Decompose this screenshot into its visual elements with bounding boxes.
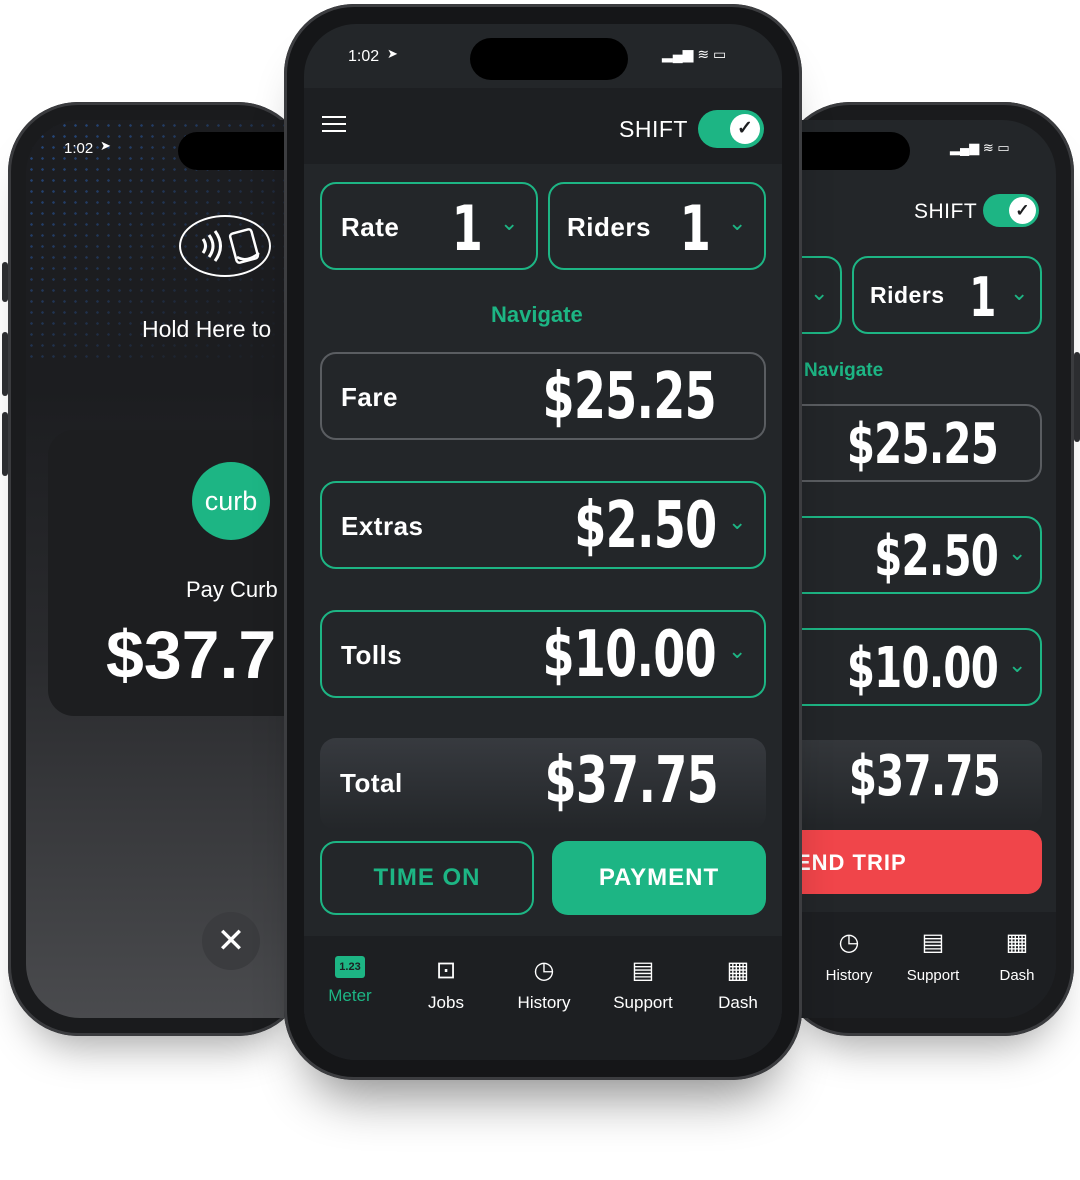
dash-icon: ▦ [1005, 929, 1029, 956]
chevron-down-icon: ⌄ [728, 210, 747, 235]
right-phone: ▂▄▆ ≋ ▭ SHIFT ✓ ⌄ Riders 1 ⌄ Navigate $2… [780, 102, 1080, 1036]
close-icon: ✕ [216, 922, 246, 960]
rate-select[interactable]: Rate 1 ⌄ [320, 182, 538, 270]
bottom-nav: 1.23 Meter ⊡ Jobs ◷ History ▤ Support ▦ … [304, 936, 782, 1060]
shift-toggle[interactable]: ✓ [698, 110, 764, 148]
tab-support[interactable]: ▤ Support [600, 956, 686, 1013]
meter-icon: 1.23 [335, 956, 365, 978]
extras-select[interactable]: Extras $2.50 ⌄ [320, 481, 766, 569]
fare-field: $25.25 [780, 404, 1042, 482]
signal-icon: ▂▄▆ ≋ ▭ [950, 140, 1010, 155]
app-header: SHIFT ✓ [304, 88, 782, 164]
toggle-knob: ✓ [730, 114, 760, 144]
chevron-down-icon: ⌄ [1010, 280, 1029, 305]
total-field: $37.75 [780, 740, 1042, 826]
riders-value: 1 [969, 266, 997, 329]
riders-label: Riders [567, 212, 651, 242]
tab-history[interactable]: ◷ History [504, 956, 584, 1013]
tolls-select[interactable]: Tolls $10.00 ⌄ [320, 610, 766, 698]
curb-logo: curb [192, 462, 270, 540]
tolls-value: $10.00 [846, 636, 999, 701]
time-on-button[interactable]: TIME ON [320, 841, 534, 915]
tab-history[interactable]: ◷ History [814, 928, 884, 985]
rate-value: 1 [451, 192, 483, 265]
bottom-nav: ◷ History ▤ Support ▦ Dash [780, 912, 1056, 1018]
dash-icon: ▦ [726, 957, 750, 984]
side-button [2, 262, 8, 302]
tab-dash[interactable]: ▦ Dash [704, 956, 772, 1013]
fare-value: $25.25 [542, 360, 717, 434]
center-phone: 1:02 ➤ ▂▄▆ ≋ ▭ SHIFT ✓ Rate 1 ⌄ Riders 1… [284, 4, 802, 1080]
status-time: 1:02 [348, 48, 380, 65]
end-trip-button[interactable]: END TRIP [780, 830, 1042, 894]
pay-curb-label: Pay Curb [186, 577, 278, 602]
side-button [1074, 352, 1080, 442]
tab-meter[interactable]: 1.23 Meter [316, 956, 384, 1006]
navigate-link[interactable]: Navigate [491, 302, 583, 328]
chevron-down-icon: ⌄ [728, 509, 747, 534]
fare-value: $25.25 [846, 412, 999, 477]
tab-jobs[interactable]: ⊡ Jobs [412, 956, 480, 1013]
chevron-down-icon: ⌄ [728, 638, 747, 663]
total-value: $37.75 [544, 744, 719, 818]
tab-support[interactable]: ▤ Support [898, 928, 968, 985]
rate-label: Rate [341, 212, 400, 242]
history-icon: ◷ [838, 929, 860, 956]
dynamic-island [470, 38, 628, 80]
riders-select[interactable]: Riders 1 ⌄ [548, 182, 766, 270]
status-time: 1:02 [64, 140, 94, 157]
hold-here-text: Hold Here to [142, 316, 272, 342]
location-arrow-icon: ➤ [100, 138, 111, 153]
total-field: Total $37.75 [320, 738, 766, 830]
location-arrow-icon: ➤ [387, 46, 398, 61]
jobs-icon: ⊡ [435, 957, 457, 984]
shift-label: SHIFT [914, 200, 978, 223]
chevron-down-icon: ⌄ [1008, 652, 1027, 677]
chevron-down-icon: ⌄ [810, 280, 829, 305]
history-icon: ◷ [533, 957, 555, 984]
side-button [2, 332, 8, 396]
riders-value: 1 [679, 192, 711, 265]
extras-value: $2.50 [874, 524, 999, 589]
fare-field: Fare $25.25 [320, 352, 766, 440]
riders-label: Riders [870, 282, 945, 308]
shift-toggle[interactable]: ✓ [983, 194, 1039, 227]
support-icon: ▤ [631, 957, 655, 984]
extras-value: $2.50 [573, 489, 717, 563]
tolls-select[interactable]: $10.00 ⌄ [780, 628, 1042, 706]
fare-label: Fare [341, 382, 398, 412]
tolls-label: Tolls [341, 640, 403, 670]
total-label: Total [340, 768, 403, 798]
navigate-link[interactable]: Navigate [804, 360, 883, 382]
toggle-knob: ✓ [1009, 197, 1036, 224]
payment-button[interactable]: PAYMENT [552, 841, 766, 915]
extras-select[interactable]: $2.50 ⌄ [780, 516, 1042, 594]
shift-label: SHIFT [619, 116, 688, 142]
close-button[interactable]: ✕ [202, 912, 260, 970]
pay-amount: $37.7 [106, 617, 277, 693]
contactless-icon [179, 215, 271, 277]
signal-wifi-battery-icon: ▂▄▆ ≋ ▭ [662, 46, 727, 62]
total-value: $37.75 [848, 744, 1001, 809]
pay-card: curb Pay Curb $37.7 [48, 430, 308, 716]
menu-icon[interactable] [322, 116, 346, 134]
chevron-down-icon: ⌄ [500, 210, 519, 235]
chevron-down-icon: ⌄ [1008, 540, 1027, 565]
extras-label: Extras [341, 511, 424, 541]
tab-dash[interactable]: ▦ Dash [982, 928, 1052, 985]
tolls-value: $10.00 [542, 618, 717, 692]
riders-select[interactable]: Riders 1 ⌄ [852, 256, 1042, 334]
side-button [2, 412, 8, 476]
support-icon: ▤ [921, 929, 945, 956]
left-phone: 1:02 ➤ Hold Here to curb Pay Curb $37.7 … [2, 102, 308, 1036]
